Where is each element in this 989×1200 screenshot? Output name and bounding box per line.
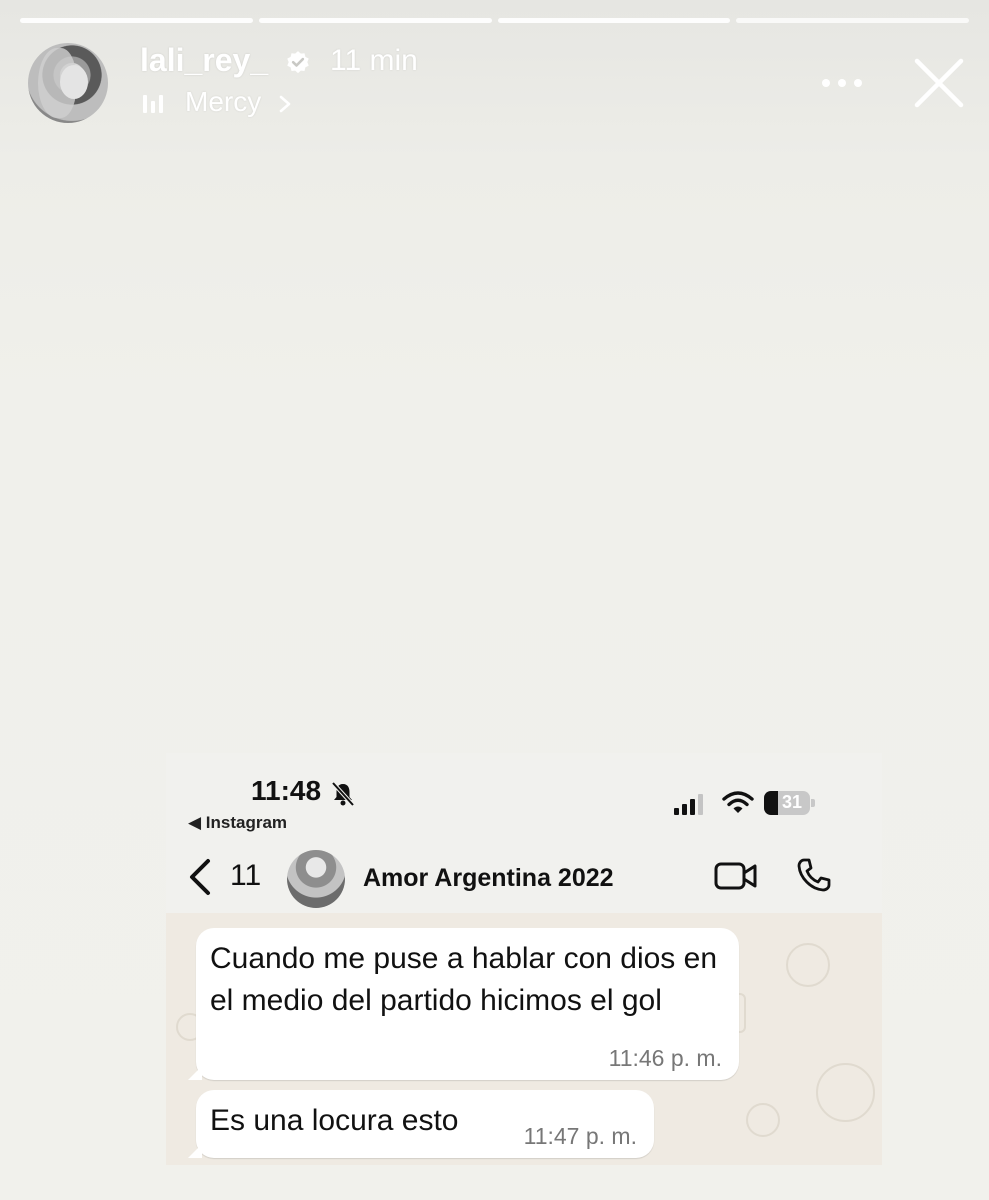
progress-segment xyxy=(497,18,731,23)
status-bar-time: 11:48 xyxy=(251,775,322,806)
embedded-chat-screenshot: 11:48 ◀ Instagram 31 11 Amor Argentina 2… xyxy=(166,753,882,1165)
message-text: Es una locura esto xyxy=(210,1104,459,1137)
bell-muted-icon xyxy=(331,781,355,807)
music-bars-icon xyxy=(143,95,163,113)
message-time: 11:47 p. m. xyxy=(523,1123,637,1149)
video-call-icon xyxy=(714,862,757,890)
chevron-right-icon[interactable] xyxy=(278,95,292,113)
more-dots-icon[interactable] xyxy=(820,76,864,90)
back-to-app-link: ◀ Instagram xyxy=(188,813,288,832)
message-bubble: Cuando me puse a hablar con dios en el m… xyxy=(188,928,739,1080)
message-bubble: Es una locura esto 11:47 p. m. xyxy=(188,1090,654,1158)
username[interactable]: lali_rey_ xyxy=(140,42,268,79)
story-time-ago: 11 min xyxy=(330,44,418,77)
music-track-label[interactable]: Mercy xyxy=(185,86,261,118)
chevron-left-icon xyxy=(190,859,210,895)
story-progress-bars xyxy=(20,18,969,23)
battery-level: 31 xyxy=(781,792,803,812)
progress-segment xyxy=(258,18,492,23)
group-avatar xyxy=(287,850,345,908)
close-icon[interactable] xyxy=(913,57,965,109)
chat-group-name: Amor Argentina 2022 xyxy=(363,864,614,892)
wifi-icon xyxy=(722,791,754,813)
message-text: Cuando me puse a hablar con dios en el m… xyxy=(210,942,718,1017)
progress-segment xyxy=(736,18,969,23)
phone-call-icon xyxy=(797,858,831,892)
profile-avatar[interactable] xyxy=(28,43,108,123)
unread-count: 11 xyxy=(230,859,262,892)
cellular-signal-icon xyxy=(674,794,703,815)
message-time: 11:46 p. m. xyxy=(608,1045,722,1071)
battery-icon: 31 xyxy=(764,791,816,815)
verified-badge-icon xyxy=(287,51,309,74)
progress-segment xyxy=(20,18,253,23)
